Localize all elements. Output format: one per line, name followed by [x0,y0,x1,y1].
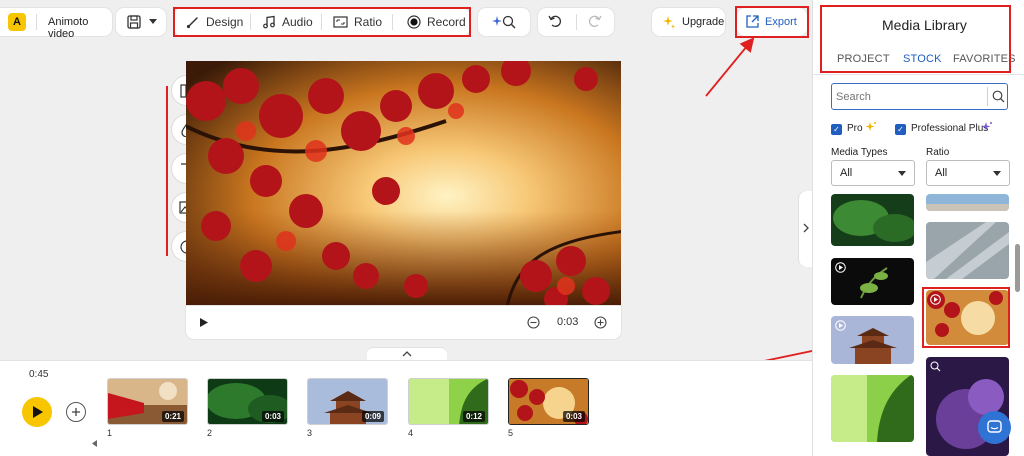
play-icon [32,406,43,418]
video-indicator-icon [930,294,941,305]
clip-number: 1 [107,428,113,438]
plus-icon [71,407,81,417]
add-scene-button[interactable] [66,402,86,422]
zoom-icon [930,361,941,372]
media-types-label: Media Types [831,147,888,158]
clip-duration: 0:21 [161,411,184,422]
video-indicator-icon [835,320,846,331]
zoom-in-icon[interactable] [594,316,607,329]
library-scrollbar[interactable] [1015,244,1020,292]
search-box [831,83,1008,110]
library-title: Media Library [882,17,967,33]
scroll-left-icon[interactable] [92,440,97,447]
sparkle-icon [865,121,877,133]
timeline-clip-2[interactable]: 0:03 [207,378,288,425]
chevron-down-icon [898,170,906,176]
tabs-divider [813,74,1024,75]
professional-plus-label: Professional Plus [911,123,989,134]
play-icon[interactable] [200,318,208,327]
search-divider [987,87,988,106]
tab-stock[interactable]: STOCK [903,53,942,65]
total-duration: 0:45 [29,369,49,380]
current-time: 0:03 [557,316,579,328]
clip-number: 3 [307,428,313,438]
zoom-out-icon[interactable] [527,316,540,329]
media-thumbnail-selected[interactable] [926,290,1009,345]
library-collapse-handle[interactable] [799,191,813,267]
chevron-right-icon [803,223,809,233]
player-controls: 0:03 [186,306,621,339]
media-thumbnail[interactable] [926,222,1009,279]
search-icon[interactable] [992,90,1005,103]
media-thumbnail[interactable] [831,375,914,442]
video-indicator-icon [835,262,846,273]
video-preview[interactable] [186,61,621,306]
timeline-clip-3[interactable]: 0:09 [307,378,388,425]
timeline-clip-1[interactable]: 0:21 [107,378,188,425]
autumn-leaves-scene [186,61,621,306]
ratio-dropdown[interactable]: All [926,160,1010,186]
help-chat-button[interactable] [978,411,1011,444]
clip-number: 2 [207,428,213,438]
media-types-dropdown[interactable]: All [831,160,915,186]
timeline-clip-4[interactable]: 0:12 [408,378,489,425]
tab-favorites[interactable]: FAVORITES [953,53,1016,65]
clip-duration: 0:03 [261,411,284,422]
media-thumbnail[interactable] [926,194,1009,211]
media-thumbnail[interactable] [831,194,914,246]
search-input[interactable] [836,88,984,105]
clip-number: 5 [508,428,514,438]
media-thumbnail[interactable] [831,316,914,364]
timeline-clip-5[interactable]: 0:03 [508,378,589,425]
clip-duration: 0:09 [361,411,384,422]
ratio-value: All [935,167,948,179]
professional-plus-checkbox[interactable]: ✓ [895,124,906,135]
media-library-panel: Media Library PROJECT STOCK FAVORITES ✓ … [812,0,1024,456]
pro-label: Pro [847,123,863,134]
clip-duration: 0:03 [562,411,585,422]
clip-duration: 0:12 [462,411,485,422]
pro-checkbox[interactable]: ✓ [831,124,842,135]
chat-icon [987,420,1002,435]
chevron-up-icon [402,350,412,357]
chevron-down-icon [993,170,1001,176]
media-thumbnail[interactable] [831,258,914,305]
clip-number: 4 [408,428,414,438]
sparkle-icon [981,121,993,133]
media-types-value: All [840,167,853,179]
tab-project[interactable]: PROJECT [837,53,890,65]
ratio-label: Ratio [926,147,950,158]
play-button[interactable] [22,397,52,427]
